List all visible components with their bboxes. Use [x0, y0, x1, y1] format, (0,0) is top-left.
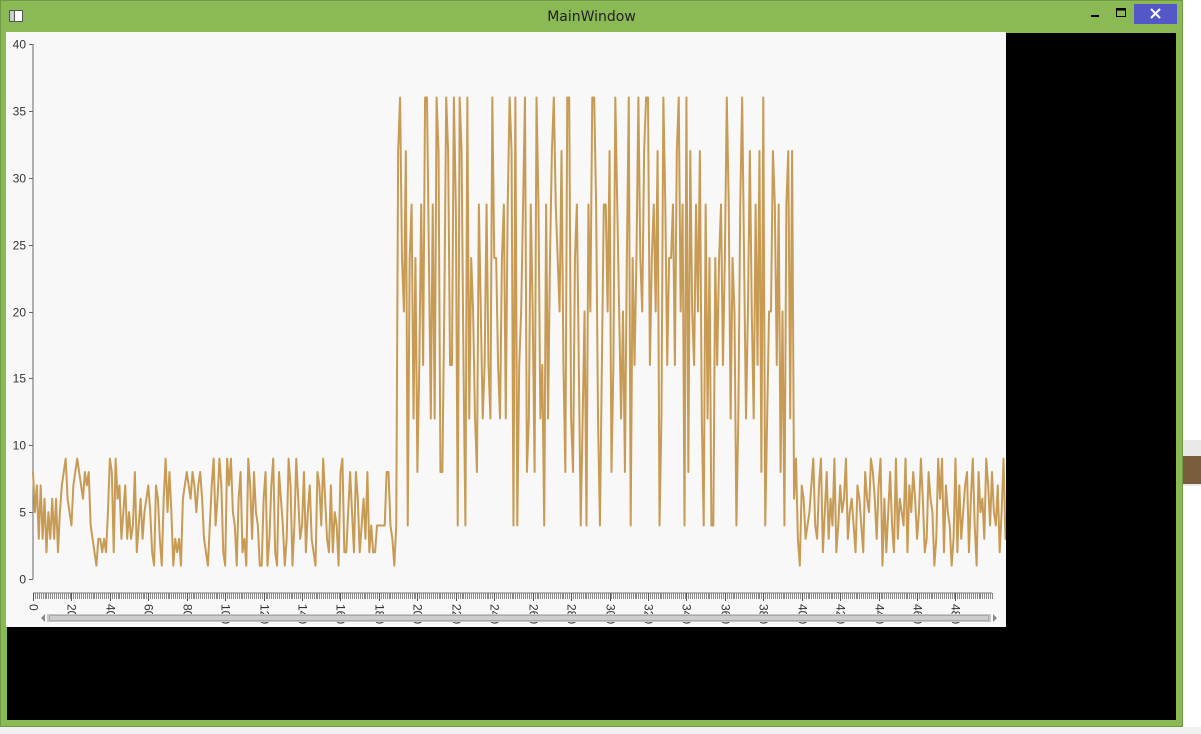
y-tick-label: 5	[19, 506, 26, 520]
background-window-edge	[1183, 440, 1201, 486]
line-chart: 0510152025303540020406080100120140160180…	[13, 38, 1006, 624]
y-tick-label: 30	[13, 172, 27, 186]
y-tick-label: 20	[13, 306, 27, 320]
chart-area: 0510152025303540020406080100120140160180…	[6, 32, 1006, 627]
scroll-left-arrow-icon[interactable]	[39, 613, 47, 623]
close-icon	[1150, 8, 1161, 19]
desktop-edge	[0, 727, 1201, 734]
background-window-band	[1183, 456, 1201, 484]
y-tick-label: 0	[19, 573, 26, 587]
y-tick-label: 15	[13, 372, 27, 386]
scrollbar-thumb[interactable]	[49, 615, 989, 621]
maximize-button[interactable]	[1108, 4, 1134, 24]
minimize-button[interactable]	[1082, 4, 1108, 24]
scroll-right-arrow-icon[interactable]	[991, 613, 999, 623]
y-tick-label: 25	[13, 239, 27, 253]
maximize-icon	[1116, 8, 1126, 17]
x-tick-label: 0	[27, 604, 41, 611]
close-button[interactable]	[1134, 4, 1177, 24]
horizontal-scrollbar[interactable]	[39, 613, 999, 623]
y-tick-label: 40	[13, 38, 27, 52]
series-line	[32, 96, 1006, 567]
window-title: MainWindow	[547, 9, 636, 25]
minimize-icon	[1091, 15, 1099, 17]
y-tick-label: 10	[13, 439, 27, 453]
y-tick-label: 35	[13, 105, 27, 119]
title-bar[interactable]: MainWindow	[1, 1, 1182, 33]
